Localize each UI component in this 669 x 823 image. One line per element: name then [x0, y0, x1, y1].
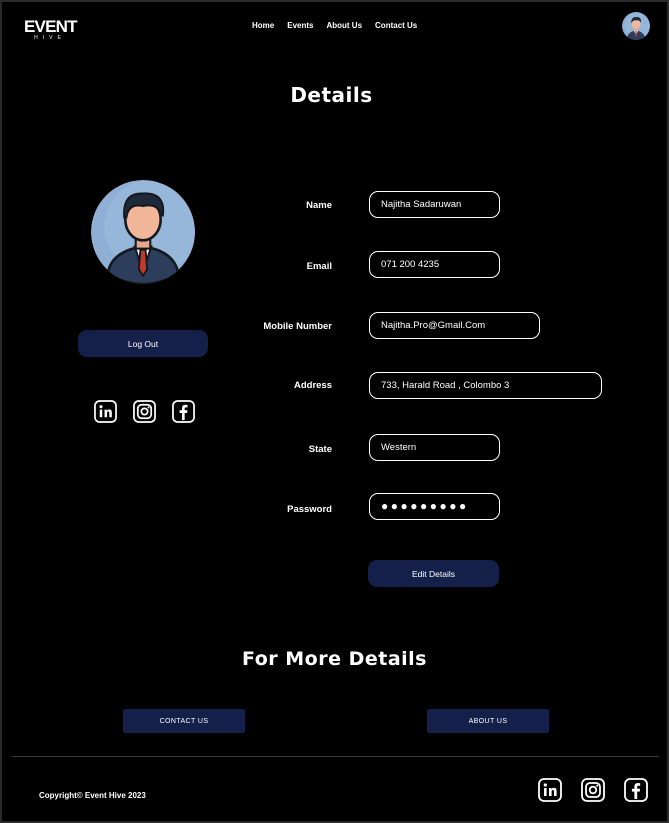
profile-social-links: [94, 400, 195, 423]
logo-main-text: EVENT: [24, 17, 77, 36]
email-label: Email: [306, 261, 332, 272]
nav-events[interactable]: Events: [287, 21, 313, 30]
password-field[interactable]: ●●●●●●●●●: [369, 493, 500, 520]
instagram-icon[interactable]: [133, 400, 156, 423]
log-out-button[interactable]: Log Out: [78, 330, 208, 357]
instagram-icon[interactable]: [581, 778, 605, 802]
about-us-button[interactable]: ABOUT US: [427, 709, 549, 733]
password-label: Password: [287, 504, 332, 515]
state-label: State: [308, 444, 332, 455]
details-title: Details: [290, 83, 373, 107]
logo-sub-text: HIVE: [34, 35, 66, 41]
edit-details-button[interactable]: Edit Details: [368, 560, 499, 587]
footer-divider: [12, 756, 659, 757]
name-field[interactable]: Najitha Sadaruwan: [369, 191, 500, 218]
contact-us-button[interactable]: CONTACT US: [123, 709, 245, 733]
event-hive-logo[interactable]: EVENT HIVE: [24, 17, 77, 42]
user-avatar-icon[interactable]: [622, 12, 650, 40]
name-label: Name: [306, 200, 332, 211]
profile-page: EVENT HIVE Home Events About Us Contact …: [0, 0, 669, 823]
address-field[interactable]: 733, Harald Road , Colombo 3: [369, 372, 602, 399]
nav-home[interactable]: Home: [252, 21, 274, 30]
copyright-text: Copyright© Event Hive 2023: [39, 791, 146, 800]
footer-social-links: [538, 778, 648, 802]
nav-contact-us[interactable]: Contact Us: [375, 21, 417, 30]
state-field[interactable]: Western: [369, 434, 500, 461]
nav-about-us[interactable]: About Us: [326, 21, 362, 30]
facebook-icon[interactable]: [172, 400, 195, 423]
mobile-number-field[interactable]: Najitha.Pro@Gmail.Com: [369, 312, 540, 339]
facebook-icon[interactable]: [624, 778, 648, 802]
linkedin-icon[interactable]: [538, 778, 562, 802]
profile-avatar-icon: [91, 180, 195, 284]
mobile-number-label: Mobile Number: [263, 321, 332, 332]
main-nav: Home Events About Us Contact Us: [252, 21, 417, 30]
address-label: Address: [293, 380, 332, 391]
linkedin-icon[interactable]: [94, 400, 117, 423]
email-field[interactable]: 071 200 4235: [369, 251, 500, 278]
more-details-title: For More Details: [242, 648, 427, 670]
